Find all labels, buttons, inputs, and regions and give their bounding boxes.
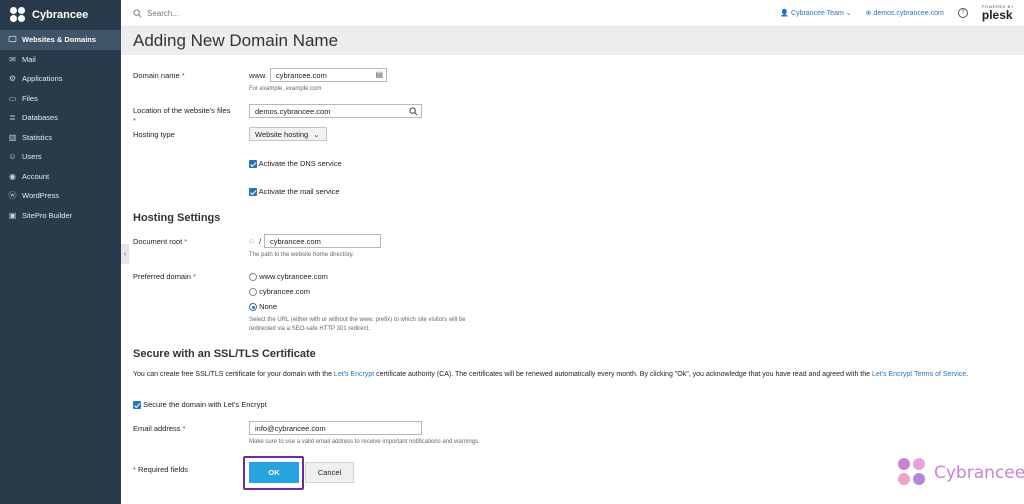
chevron-left-icon: ‹	[123, 250, 127, 258]
brand-logo-icon	[10, 7, 26, 23]
clipboard-icon: ▤	[375, 70, 383, 79]
email-input[interactable]: info@cybrancee.com	[249, 421, 422, 435]
cybrancee-logo-icon	[898, 458, 928, 488]
ssl-heading: Secure with an SSL/TLS Certificate	[133, 348, 316, 360]
team-menu[interactable]: 👤 Cybrancee Team ⌄	[780, 9, 851, 17]
search-box[interactable]	[121, 8, 421, 18]
radio-none[interactable]	[249, 303, 257, 312]
mail-label: Activate the mail service	[258, 187, 340, 196]
sidebar-item-sitepro-builder[interactable]: ▣ SitePro Builder	[0, 206, 121, 226]
sidebar-item-label: Databases	[22, 113, 58, 123]
sidebar-item-label: WordPress	[22, 191, 59, 201]
preferred-option-bare[interactable]: cybrancee.com	[249, 287, 310, 297]
plesk-logo: POWERED BY plesk	[981, 5, 1014, 22]
wordpress-icon: ⓦ	[8, 191, 17, 201]
email-hint: Make sure to use a valid email address t…	[249, 439, 480, 445]
mail-checkbox[interactable]	[249, 188, 257, 197]
collapse-sidebar-toggle[interactable]: ‹	[121, 244, 129, 264]
globe-icon: ⊕	[865, 10, 872, 17]
dns-label: Activate the DNS service	[258, 159, 342, 168]
account-icon: ◉	[9, 171, 16, 181]
search-icon	[409, 107, 418, 116]
domain-hint: For example, example.com	[249, 86, 322, 92]
hosting-type-label: Hosting type	[133, 130, 175, 139]
sidebar-item-databases[interactable]: ≣ Databases	[0, 108, 121, 128]
preferred-option-none[interactable]: None	[249, 302, 277, 312]
chevron-down-icon: ⌄	[313, 129, 320, 139]
sitepro-icon: ▣	[8, 210, 17, 220]
bar-chart-icon: ▥	[8, 132, 17, 142]
sidebar-item-label: Account	[22, 171, 50, 181]
database-icon: ≣	[9, 113, 16, 123]
page-title: Adding New Domain Name	[133, 31, 339, 50]
cancel-button[interactable]: Cancel	[305, 462, 354, 483]
preferred-hint: Select the URL (either with or without t…	[249, 317, 466, 332]
sidebar-item-applications[interactable]: ⚙ Applications	[0, 69, 121, 89]
help-icon[interactable]: ?	[957, 8, 968, 18]
secure-checkbox-row[interactable]: Secure the domain with Let's Encrypt	[133, 400, 267, 410]
sidebar-item-label: Statistics	[22, 132, 53, 142]
sidebar-item-label: Mail	[22, 54, 36, 64]
sidebar-item-mail[interactable]: ✉ Mail	[0, 50, 121, 70]
hosting-type-select[interactable]: Website hosting ⌄	[249, 127, 327, 141]
preferred-option-www[interactable]: www.cybrancee.com	[249, 272, 328, 282]
required-note: * Required fields	[133, 465, 189, 474]
user-icon: 👤	[780, 10, 790, 17]
docroot-hint: The path to the website home directory.	[249, 252, 354, 258]
cybrancee-watermark: Cybrancee	[898, 458, 1024, 488]
sidebar-item-label: SitePro Builder	[22, 210, 73, 220]
radio-bare[interactable]	[249, 288, 257, 297]
dns-checkbox-row[interactable]: Activate the DNS service	[249, 159, 342, 169]
location-label: Location of the website's files *	[133, 106, 231, 125]
docroot-input[interactable]: cybrancee.com	[264, 234, 381, 248]
user-icon: ☺	[8, 152, 17, 162]
lets-encrypt-link[interactable]: Let's Encrypt	[334, 371, 374, 378]
location-input[interactable]: demos.cybrancee.com	[249, 104, 422, 118]
sidebar-item-wordpress[interactable]: ⓦ WordPress	[0, 186, 121, 206]
radio-www[interactable]	[249, 273, 257, 282]
sidebar-item-websites-domains[interactable]: 🖵 Websites & Domains	[0, 30, 121, 50]
lets-encrypt-terms-link[interactable]: Let's Encrypt Terms of Service	[872, 371, 966, 378]
domain-name-label: Domain name *	[133, 71, 185, 80]
home-icon: ⌂	[249, 236, 254, 245]
www-prefix: www.	[249, 71, 267, 80]
watermark-text: Cybrancee	[934, 463, 1024, 483]
sidebar-item-files[interactable]: ▭ Files	[0, 89, 121, 109]
hosting-type-value: Website hosting	[255, 129, 309, 139]
email-label: Email address *	[133, 424, 186, 433]
sidebar-item-account[interactable]: ◉ Account	[0, 167, 121, 187]
domain-label: demos.cybrancee.com	[873, 10, 944, 17]
search-icon	[133, 8, 142, 17]
ok-button[interactable]: OK	[249, 462, 299, 483]
sidebar-item-label: Files	[22, 93, 38, 103]
brand-logo[interactable]: Cybrancee	[0, 0, 121, 30]
docroot-label: Document root *	[133, 237, 188, 246]
team-label: Cybrancee Team ⌄	[791, 10, 852, 17]
dns-checkbox[interactable]	[249, 160, 257, 169]
sidebar-item-label: Applications	[22, 74, 63, 84]
search-input[interactable]	[147, 8, 347, 18]
domain-name-input[interactable]: cybrancee.com ▤	[270, 68, 387, 82]
sidebar-item-label: Users	[22, 152, 42, 162]
brand-name: Cybrancee	[32, 9, 89, 21]
domain-menu[interactable]: ⊕ demos.cybrancee.com	[866, 9, 944, 17]
folder-icon: ▭	[8, 93, 17, 103]
monitor-icon: 🖵	[8, 34, 17, 44]
ssl-description: You can create free SSL/TLS certificate …	[133, 371, 969, 378]
sidebar: Cybrancee 🖵 Websites & Domains ✉ Mail ⚙ Appli…	[0, 0, 121, 504]
secure-label: Secure the domain with Let's Encrypt	[143, 400, 267, 409]
sidebar-item-label: Websites & Domains	[22, 35, 97, 45]
gear-icon: ⚙	[8, 74, 17, 84]
secure-checkbox[interactable]	[133, 401, 141, 410]
preferred-domain-label: Preferred domain *	[133, 272, 196, 281]
sidebar-item-users[interactable]: ☺ Users	[0, 147, 121, 167]
sidebar-item-statistics[interactable]: ▥ Statistics	[0, 128, 121, 148]
mail-icon: ✉	[9, 54, 16, 64]
top-bar: 👤 Cybrancee Team ⌄ ⊕ demos.cybrancee.com…	[121, 0, 1024, 27]
mail-checkbox-row[interactable]: Activate the mail service	[249, 187, 340, 197]
docroot-slash: /	[259, 237, 262, 246]
hosting-settings-heading: Hosting Settings	[133, 212, 221, 224]
plesk-text: plesk	[981, 8, 1013, 22]
